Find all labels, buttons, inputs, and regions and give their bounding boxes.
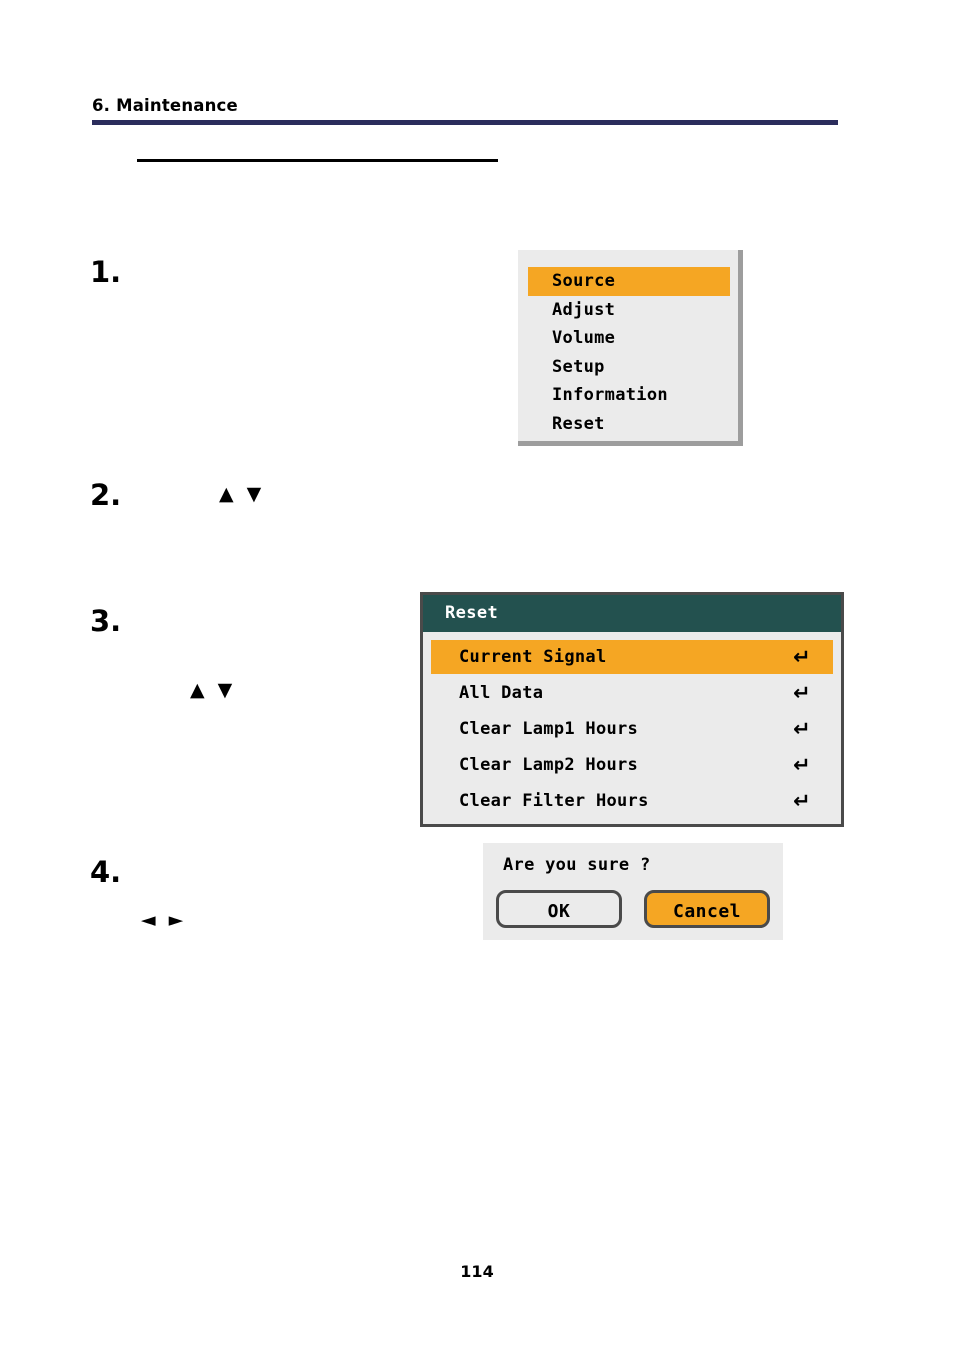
enter-icon: ↵ [793, 717, 811, 741]
step-number-2: 2. [90, 478, 122, 512]
step-number-1: 1. [90, 255, 122, 289]
menu-item-volume[interactable]: Volume [518, 324, 738, 353]
left-arrow-icon: ◄ [141, 909, 156, 931]
confirm-dialog[interactable]: Are you sure ? OK Cancel [483, 843, 783, 940]
enter-icon: ↵ [793, 789, 811, 813]
up-arrow-icon: ▲ [219, 483, 234, 505]
enter-icon: ↵ [793, 645, 811, 669]
reset-menu-list: Current Signal ↵ All Data ↵ Clear Lamp1 … [423, 632, 841, 815]
reset-item-label: Clear Lamp1 Hours [459, 719, 639, 739]
step-number-3: 3. [90, 604, 122, 638]
step3-arrow-keys: ▲ ▼ [190, 681, 232, 700]
reset-item-label: Current Signal [459, 647, 607, 667]
step-number-4: 4. [90, 855, 122, 889]
chapter-title: 6. Maintenance [92, 96, 238, 115]
menu-item-reset[interactable]: Reset [518, 410, 738, 439]
osd-reset-menu[interactable]: Reset Current Signal ↵ All Data ↵ Clear … [420, 592, 844, 827]
reset-item-clear-filter-hours[interactable]: Clear Filter Hours ↵ [431, 784, 833, 818]
menu-item-information[interactable]: Information [518, 381, 738, 410]
reset-item-clear-lamp2-hours[interactable]: Clear Lamp2 Hours ↵ [431, 748, 833, 782]
step2-arrow-keys: ▲ ▼ [219, 485, 261, 504]
osd-main-menu[interactable]: Source Adjust Volume Setup Information R… [518, 250, 743, 446]
down-arrow-icon: ▼ [217, 679, 233, 701]
reset-item-label: Clear Filter Hours [459, 791, 649, 811]
header-rule [92, 120, 838, 125]
cancel-button[interactable]: Cancel [644, 890, 770, 928]
menu-item-source[interactable]: Source [528, 267, 730, 296]
reset-item-current-signal[interactable]: Current Signal ↵ [431, 640, 833, 674]
confirm-button-row: OK Cancel [496, 890, 770, 928]
down-arrow-icon: ▼ [246, 483, 262, 505]
reset-item-clear-lamp1-hours[interactable]: Clear Lamp1 Hours ↵ [431, 712, 833, 746]
ok-button[interactable]: OK [496, 890, 622, 928]
reset-item-label: All Data [459, 683, 544, 703]
menu-item-setup[interactable]: Setup [518, 353, 738, 382]
section-rule [137, 159, 498, 162]
confirm-question: Are you sure ? [503, 855, 651, 875]
reset-item-label: Clear Lamp2 Hours [459, 755, 639, 775]
up-arrow-icon: ▲ [190, 679, 205, 701]
enter-icon: ↵ [793, 681, 811, 705]
menu-item-adjust[interactable]: Adjust [518, 296, 738, 325]
page-number: 114 [460, 1262, 494, 1281]
reset-menu-title: Reset [423, 595, 841, 632]
reset-item-all-data[interactable]: All Data ↵ [431, 676, 833, 710]
step4-arrow-keys: ◄ ► [141, 911, 183, 930]
page-header: 6. Maintenance [92, 96, 838, 116]
enter-icon: ↵ [793, 753, 811, 777]
osd-main-menu-list: Source Adjust Volume Setup Information R… [518, 267, 738, 438]
right-arrow-icon: ► [168, 909, 184, 931]
